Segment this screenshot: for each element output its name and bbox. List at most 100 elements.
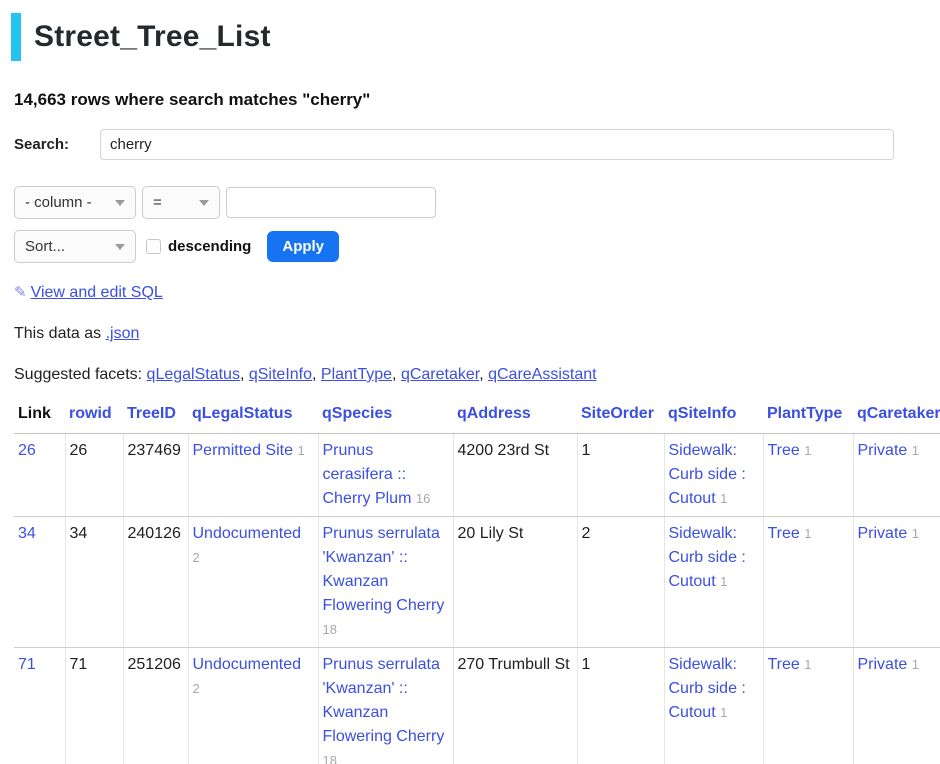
column-sort-link-site_order[interactable]: SiteOrder: [581, 405, 654, 422]
plant_type-value-link[interactable]: Tree: [768, 442, 800, 459]
sort-select[interactable]: Sort...: [14, 230, 136, 263]
legal_status-value-link[interactable]: Undocumented: [193, 525, 302, 542]
column-header-link: Link: [14, 399, 65, 434]
table-row: 34 34 240126 Undocumented 2Prunus serrulata…: [14, 517, 940, 648]
facet-count: 1: [720, 574, 727, 589]
cell-address: 270 Trumbull St: [453, 648, 577, 764]
cell-tree_id: 237469: [123, 434, 188, 517]
column-sort-link-caretaker[interactable]: qCaretaker: [857, 405, 940, 422]
cell-link: 26: [14, 434, 65, 517]
tree_id-value: 240126: [128, 525, 181, 542]
plant_type-value-link[interactable]: Tree: [768, 656, 800, 673]
row-link[interactable]: 71: [18, 656, 36, 673]
caretaker-value-link[interactable]: Private: [858, 525, 908, 542]
view-edit-sql-link[interactable]: View and edit SQL: [31, 284, 163, 301]
column-header-address: qAddress: [453, 399, 577, 434]
column-header-plant_type: PlantType: [763, 399, 853, 434]
plant_type-value-link[interactable]: Tree: [768, 525, 800, 542]
cell-address: 20 Lily St: [453, 517, 577, 648]
json-link[interactable]: .json: [106, 325, 140, 342]
column-sort-link-plant_type[interactable]: PlantType: [767, 405, 842, 422]
species-value-link[interactable]: Prunus serrulata 'Kwanzan' :: Kwanzan Fl…: [323, 656, 445, 745]
facet-count: 18: [323, 753, 337, 764]
column-header-site_info: qSiteInfo: [664, 399, 763, 434]
facet-link-qSiteInfo[interactable]: qSiteInfo: [249, 366, 312, 383]
column-header-legal_status: qLegalStatus: [188, 399, 318, 434]
facet-link-qLegalStatus[interactable]: qLegalStatus: [147, 366, 240, 383]
facet-link-qCareAssistant[interactable]: qCareAssistant: [488, 366, 597, 383]
facet-count: 1: [804, 526, 811, 541]
page-title: Street_Tree_List: [34, 13, 271, 61]
cell-site_info: Sidewalk: Curb side : Cutout 1: [664, 648, 763, 764]
legal_status-value-link[interactable]: Undocumented: [193, 656, 302, 673]
cell-caretaker: Private 1: [853, 434, 940, 517]
sort-row: Sort... descending Apply: [14, 230, 940, 263]
site_info-value-link[interactable]: Sidewalk: Curb side : Cutout: [669, 656, 746, 721]
table-row: 7171251206Undocumented 2Prunus serrulata…: [14, 648, 940, 764]
pencil-icon: ✎: [14, 284, 27, 301]
column-sort-link-address[interactable]: qAddress: [457, 405, 531, 422]
rowid-value: 26: [70, 442, 88, 459]
site_order-value: 1: [582, 442, 591, 459]
facet-count: 1: [804, 657, 811, 672]
column-sort-link-site_info[interactable]: qSiteInfo: [668, 405, 736, 422]
cell-site_order: 1: [577, 648, 664, 764]
column-sort-link-legal_status[interactable]: qLegalStatus: [192, 405, 292, 422]
caretaker-value-link[interactable]: Private: [858, 442, 908, 459]
search-row: Search:: [14, 129, 940, 160]
table-header-row: Linkrowid TreeID qLegalStatus qSpecies qAddr…: [14, 399, 940, 434]
rows-table: Linkrowid TreeID qLegalStatus qSpecies qAddr…: [14, 399, 940, 764]
cell-rowid: 34: [65, 517, 123, 648]
cell-species: Prunus serrulata 'Kwanzan' :: Kwanzan Fl…: [318, 517, 453, 648]
page-header: Street_Tree_List: [11, 13, 940, 61]
facet-count: 1: [720, 491, 727, 506]
suggested-facets-label: Suggested facets:: [14, 366, 142, 383]
species-value-link[interactable]: Prunus serrulata 'Kwanzan' :: Kwanzan Fl…: [323, 525, 445, 614]
facet-count: 1: [720, 705, 727, 720]
filter-operator-select[interactable]: =: [142, 186, 220, 219]
column-sort-link-species[interactable]: qSpecies: [322, 405, 392, 422]
facet-count: 16: [416, 491, 430, 506]
cell-rowid: 71: [65, 648, 123, 764]
column-sort-link-tree_id[interactable]: TreeID: [127, 405, 176, 422]
facet-count: 2: [193, 681, 200, 696]
page: Street_Tree_List 14,663 rows where searc…: [0, 0, 940, 764]
cell-caretaker: Private 1: [853, 517, 940, 648]
legal_status-value-link[interactable]: Permitted Site: [193, 442, 293, 459]
tree_id-value: 237469: [128, 442, 181, 459]
cell-site_info: Sidewalk: Curb side : Cutout 1: [664, 434, 763, 517]
column-sort-link-rowid[interactable]: rowid: [69, 405, 112, 422]
search-label: Search:: [14, 136, 100, 153]
cell-plant_type: Tree 1: [763, 434, 853, 517]
descending-label: descending: [168, 238, 251, 255]
row-link[interactable]: 34: [18, 525, 36, 542]
table-wrap: Linkrowid TreeID qLegalStatus qSpecies qAddr…: [14, 399, 940, 764]
cell-site_order: 1: [577, 434, 664, 517]
apply-button[interactable]: Apply: [267, 231, 339, 262]
descending-checkbox[interactable]: [146, 239, 161, 254]
site_info-value-link[interactable]: Sidewalk: Curb side : Cutout: [669, 525, 746, 590]
facet-count: 18: [323, 622, 337, 637]
cell-link: 34: [14, 517, 65, 648]
cell-species: Prunus serrulata 'Kwanzan' :: Kwanzan Fl…: [318, 648, 453, 764]
facet-link-PlantType[interactable]: PlantType: [321, 366, 392, 383]
cell-legal_status: Undocumented 2: [188, 517, 318, 648]
facet-count: 1: [912, 657, 919, 672]
site_info-value-link[interactable]: Sidewalk: Curb side : Cutout: [669, 442, 746, 507]
filter-value-input[interactable]: [226, 187, 436, 218]
caretaker-value-link[interactable]: Private: [858, 656, 908, 673]
column-header-rowid: rowid: [65, 399, 123, 434]
species-value-link[interactable]: Prunus cerasifera :: Cherry Plum: [323, 442, 412, 507]
column-header-tree_id: TreeID: [123, 399, 188, 434]
sql-row: ✎View and edit SQL: [14, 283, 940, 302]
facet-link-qCaretaker[interactable]: qCaretaker: [401, 366, 479, 383]
data-as-label: This data as: [14, 325, 101, 342]
cell-legal_status: Permitted Site 1: [188, 434, 318, 517]
row-link[interactable]: 26: [18, 442, 36, 459]
facet-count: 1: [297, 443, 304, 458]
accent-bar: [11, 13, 21, 61]
address-value: 4200 23rd St: [458, 442, 550, 459]
search-input[interactable]: [100, 129, 894, 160]
filter-column-select[interactable]: - column -: [14, 186, 136, 219]
rowid-value: 34: [70, 525, 88, 542]
